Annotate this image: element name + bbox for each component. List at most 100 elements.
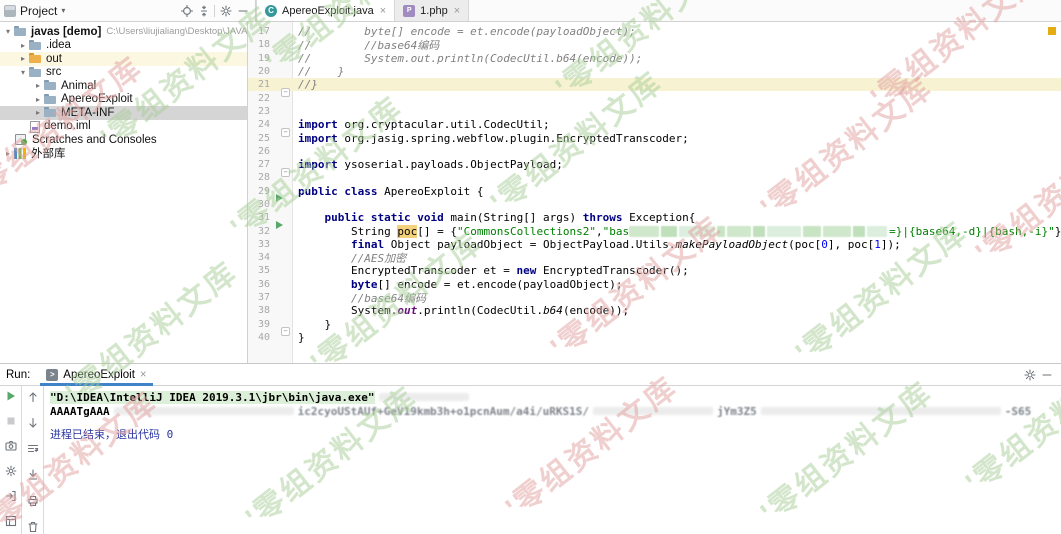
folder-orange-icon — [29, 53, 42, 64]
code-line-35[interactable]: 35 EncryptedTranscoder et = new Encrypte… — [248, 264, 1061, 277]
chevron-right-icon[interactable]: ▸ — [32, 81, 44, 90]
code-line-24[interactable]: 24−import org.cryptacular.util.CodecUtil… — [248, 118, 1061, 131]
tree-item-label: demo.iml — [44, 120, 91, 132]
folder-icon — [29, 67, 42, 78]
screenshot-icon[interactable] — [4, 440, 17, 452]
line-number: 35 — [248, 265, 270, 276]
build-settings-icon[interactable] — [4, 465, 17, 477]
gutter: 32 — [248, 226, 292, 237]
line-number: 29 — [248, 186, 270, 197]
code-line-26[interactable]: 26 — [248, 145, 1061, 158]
tab-1-php[interactable]: P1.php× — [395, 0, 469, 21]
settings-icon[interactable] — [217, 2, 234, 19]
code-line-27[interactable]: 27−import ysoserial.payloads.ObjectPaylo… — [248, 158, 1061, 171]
code-line-20[interactable]: 20// } — [248, 65, 1061, 78]
console-line: 进程已结束，退出代码 0 — [50, 427, 1061, 441]
tree-item-外部库[interactable]: ▸外部库 — [0, 147, 247, 161]
inspection-status-icon[interactable] — [1048, 27, 1056, 35]
tree-item--idea[interactable]: ▸ .idea — [0, 39, 247, 53]
code-text: //AES加密 — [292, 250, 406, 266]
tree-item-javas-demo-[interactable]: ▾javas [demo]C:\Users\liujialiang\Deskto… — [0, 25, 247, 39]
up-icon[interactable] — [26, 390, 39, 403]
chevron-right-icon[interactable]: ▸ — [32, 95, 44, 104]
code-line-30[interactable]: 30 — [248, 198, 1061, 211]
stop-icon[interactable] — [4, 415, 17, 427]
line-number: 28 — [248, 172, 270, 183]
redacted-text-block — [114, 407, 294, 415]
redacted-payload-block — [767, 226, 801, 237]
redacted-payload-block — [753, 226, 765, 237]
tree-item-animal[interactable]: ▸Animal — [0, 79, 247, 93]
tree-item-label: .idea — [46, 39, 71, 51]
gutter: 38 — [248, 305, 292, 316]
chevron-down-icon[interactable]: ▾ — [17, 68, 29, 77]
folder-icon — [44, 94, 57, 105]
close-icon[interactable]: × — [380, 5, 386, 17]
clear-all-icon[interactable] — [26, 520, 39, 533]
code-line-22[interactable]: 22 — [248, 91, 1061, 104]
hide-panel-icon[interactable] — [1038, 366, 1055, 383]
locate-icon[interactable] — [178, 2, 195, 19]
gutter: 19 — [248, 53, 292, 64]
rerun-icon[interactable] — [4, 390, 17, 402]
code-line-28[interactable]: 28 — [248, 171, 1061, 184]
chevron-right-icon[interactable]: ▸ — [17, 54, 29, 63]
redacted-payload-block — [823, 226, 851, 237]
close-icon[interactable]: × — [454, 5, 460, 17]
tree-item-apereoexploit[interactable]: ▸ApereoExploit — [0, 93, 247, 107]
redacted-text-block — [593, 407, 713, 415]
collapse-all-icon[interactable] — [195, 2, 212, 19]
down-icon[interactable] — [26, 416, 39, 429]
tree-item-meta-inf[interactable]: ▸META-INF — [0, 106, 247, 120]
tree-item-src[interactable]: ▾src — [0, 66, 247, 80]
gutter: 39− — [248, 319, 292, 330]
code-line-39[interactable]: 39− } — [248, 318, 1061, 331]
soft-wrap-icon[interactable] — [26, 442, 39, 455]
gutter: 37 — [248, 292, 292, 303]
scroll-to-end-icon[interactable] — [26, 468, 39, 481]
folder-icon — [14, 26, 27, 37]
restore-layout-icon[interactable] — [4, 515, 17, 527]
settings-icon[interactable] — [1021, 366, 1038, 383]
chevron-right-icon[interactable]: ▸ — [2, 149, 14, 158]
code-line-38[interactable]: 38 System.out.println(CodecUtil.b64(enco… — [248, 304, 1061, 317]
line-number: 36 — [248, 279, 270, 290]
close-icon[interactable]: × — [140, 369, 147, 381]
code-text: public static void main(String[] args) t… — [292, 211, 695, 224]
chevron-down-icon[interactable]: ▾ — [61, 6, 65, 15]
tree-item-demo-iml[interactable]: demo.iml — [0, 120, 247, 134]
code-line-29[interactable]: 29public class ApereoExploit { — [248, 185, 1061, 198]
code-line-32[interactable]: 32 String poc[] = {"CommonsCollections2"… — [248, 224, 1061, 237]
code-line-40[interactable]: 40} — [248, 331, 1061, 344]
tree-item-out[interactable]: ▸out — [0, 52, 247, 66]
gutter: 20 — [248, 66, 292, 77]
code-text: //} — [292, 78, 318, 91]
code-editor[interactable]: 17// byte[] encode = et.encode(payloadOb… — [248, 22, 1061, 363]
run-console-output[interactable]: "D:\IDEA\IntelliJ IDEA 2019.3.1\jbr\bin\… — [44, 386, 1061, 534]
exit-icon[interactable] — [4, 490, 17, 502]
code-line-21[interactable]: 21−//} — [248, 78, 1061, 91]
run-tab-apereoexploit[interactable]: > ApereoExploit × — [40, 364, 152, 385]
code-line-19[interactable]: 19// System.out.println(CodecUtil.b64(en… — [248, 52, 1061, 65]
run-tab-label: ApereoExploit — [63, 369, 135, 381]
chevron-right-icon[interactable]: ▸ — [17, 41, 29, 50]
line-number: 37 — [248, 292, 270, 303]
code-line-37[interactable]: 37 //base64编码 — [248, 291, 1061, 304]
line-number: 30 — [248, 199, 270, 210]
code-line-23[interactable]: 23 — [248, 105, 1061, 118]
project-panel-title[interactable]: Project — [20, 4, 57, 18]
code-text: EncryptedTranscoder et = new EncryptedTr… — [292, 264, 689, 277]
project-tree-panel[interactable]: ▾javas [demo]C:\Users\liujialiang\Deskto… — [0, 22, 248, 363]
hide-panel-icon[interactable] — [234, 2, 251, 19]
tree-item-label: Scratches and Consoles — [32, 134, 157, 146]
tab-apereoexploit-java[interactable]: CApereoExploit.java× — [256, 0, 395, 21]
line-number: 19 — [248, 53, 270, 64]
code-line-25[interactable]: 25import org.jasig.spring.webflow.plugin… — [248, 131, 1061, 144]
code-line-18[interactable]: 18// //base64编码 — [248, 38, 1061, 51]
print-icon[interactable] — [26, 494, 39, 507]
tree-item-scratches-and-consoles[interactable]: Scratches and Consoles — [0, 133, 247, 147]
code-line-31[interactable]: 31 public static void main(String[] args… — [248, 211, 1061, 224]
code-line-34[interactable]: 34 //AES加密 — [248, 251, 1061, 264]
chevron-right-icon[interactable]: ▸ — [32, 108, 44, 117]
chevron-down-icon[interactable]: ▾ — [2, 27, 14, 36]
